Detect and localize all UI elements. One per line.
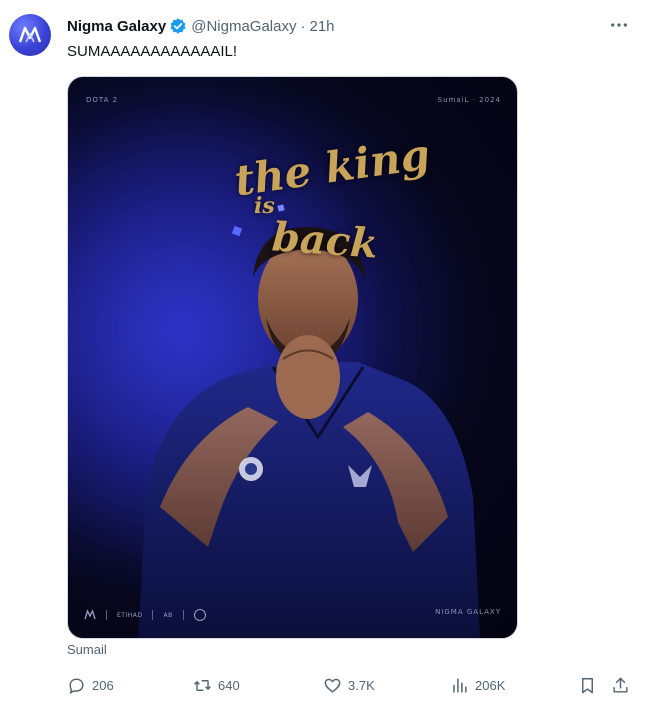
verified-badge-icon <box>170 18 186 34</box>
reply-icon <box>69 677 84 694</box>
retweet-icon <box>194 679 211 691</box>
author-name[interactable]: Nigma Galaxy <box>67 18 166 35</box>
retweet-count: 640 <box>218 677 240 693</box>
divider <box>152 610 154 620</box>
divider <box>106 610 107 620</box>
heart-icon <box>324 678 341 693</box>
media-caption: Sumail <box>67 642 107 657</box>
headline-line-3: back <box>270 213 380 268</box>
bookmark-icon <box>582 677 593 693</box>
retweet-button[interactable]: 640 <box>193 674 240 696</box>
views-icon <box>453 677 467 693</box>
avatar[interactable] <box>9 14 51 56</box>
views-button[interactable]: 206K <box>450 674 505 696</box>
nigma-logo-icon <box>18 26 42 43</box>
nigma-small-logo-icon <box>84 609 96 620</box>
brand-label: NIGMA GALAXY <box>435 608 501 616</box>
bmw-logo-icon <box>193 609 206 621</box>
views-count: 206K <box>475 677 506 693</box>
author-handle[interactable]: @NigmaGalaxy <box>191 18 296 35</box>
sponsor-row: ETIHAD AB <box>84 609 206 621</box>
more-icon[interactable] <box>605 14 633 36</box>
like-button[interactable]: 3.7K <box>323 674 375 696</box>
game-tag: DOTA 2 <box>86 96 119 104</box>
share-icon <box>613 677 628 693</box>
like-count: 3.7K <box>348 677 375 693</box>
tweet[interactable]: Nigma Galaxy @NigmaGalaxy · 21h SUMAAAAA… <box>0 0 649 702</box>
sponsor-ab: AB <box>163 611 173 619</box>
bookmark-button[interactable] <box>578 674 597 696</box>
reply-count: 206 <box>92 677 114 693</box>
headline-line-2: is <box>254 193 275 219</box>
dot-separator: · <box>300 17 306 35</box>
more-dots <box>611 23 627 27</box>
divider <box>182 610 184 620</box>
share-button[interactable] <box>611 674 630 696</box>
tweet-media-image[interactable]: the king is back DOTA 2 SumaiL · 2024 ET… <box>67 76 518 639</box>
tweet-header: Nigma Galaxy @NigmaGalaxy · 21h <box>67 16 335 36</box>
sponsor-etihad: ETIHAD <box>117 611 143 619</box>
action-bar: 206 640 3.7K 206K <box>67 674 633 696</box>
reply-button[interactable]: 206 <box>67 674 114 696</box>
player-tag: SumaiL · 2024 <box>437 96 501 104</box>
tweet-text: SUMAAAAAAAAAAAAIL! <box>67 43 238 60</box>
timestamp[interactable]: 21h <box>309 18 334 35</box>
